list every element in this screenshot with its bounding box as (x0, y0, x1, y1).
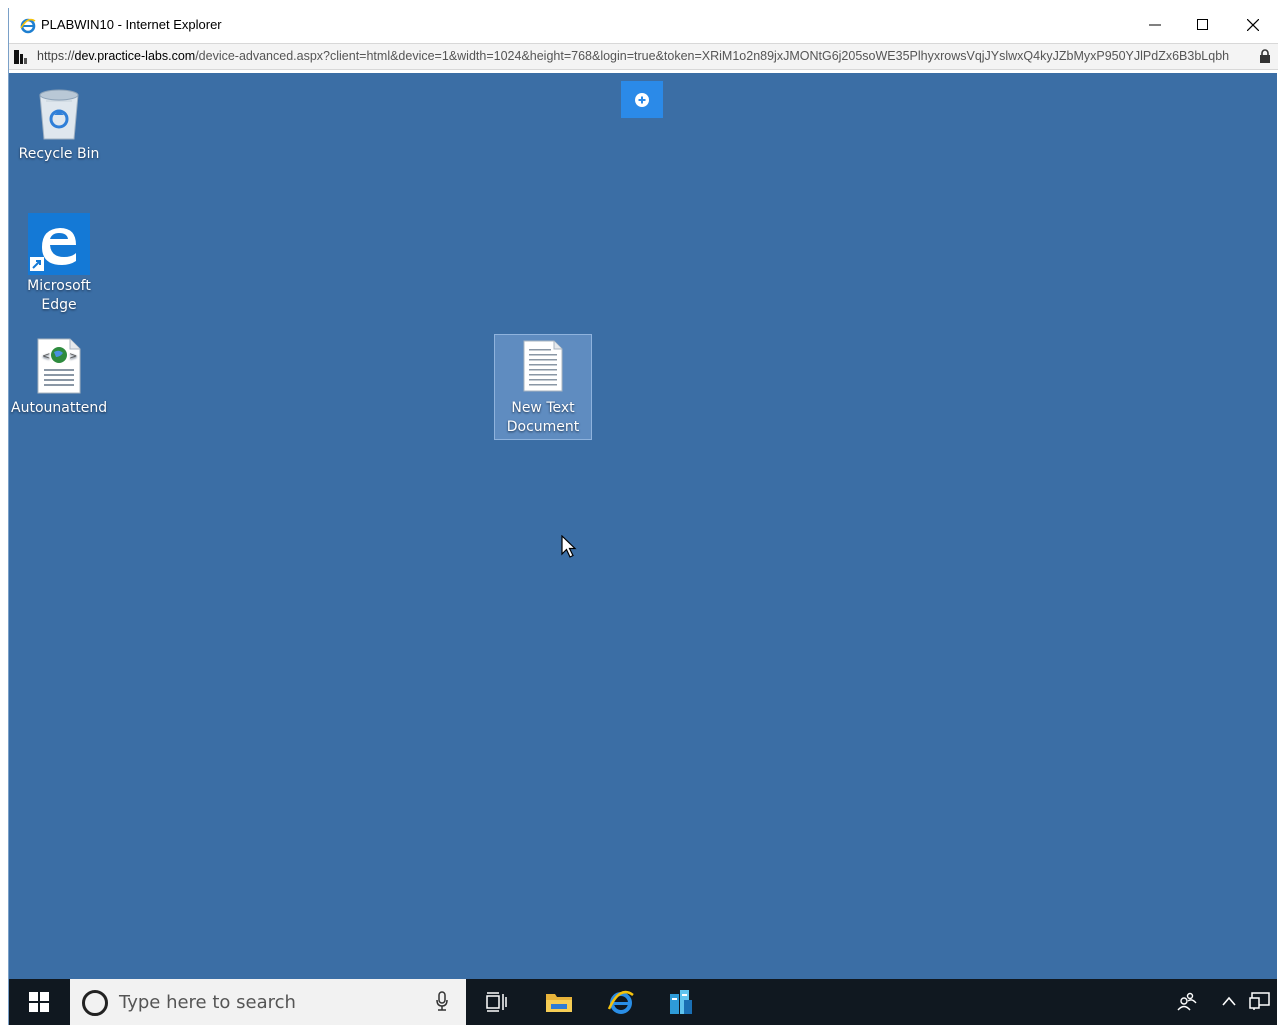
task-view-button[interactable] (481, 987, 513, 1017)
recycle-bin-icon (39, 89, 79, 140)
remote-desktop[interactable]: Recycle Bin Microsoft Edge < > Autounatt… (9, 73, 1277, 979)
minimize-button[interactable] (1131, 8, 1179, 41)
cortana-icon (82, 990, 108, 1016)
desktop-icon-new-text-document[interactable]: New Text Document (494, 334, 592, 440)
maximize-icon (1197, 18, 1208, 30)
svg-text:<: < (42, 351, 50, 362)
mouse-cursor-icon (561, 535, 577, 558)
search-placeholder: Type here to search (119, 992, 296, 1013)
internet-explorer-icon (20, 18, 36, 34)
taskbar: Type here to search (9, 979, 1277, 1025)
site-favicon-icon (14, 50, 27, 64)
microphone-icon[interactable] (436, 991, 448, 1011)
remote-toolbar-button[interactable] (621, 81, 663, 118)
window-title: PLABWIN10 - Internet Explorer (41, 17, 222, 32)
file-explorer-button[interactable] (543, 987, 575, 1017)
windows-logo-icon (29, 992, 49, 1012)
url-text[interactable]: https://dev.practice-labs.com/device-adv… (37, 49, 1257, 63)
internet-explorer-button[interactable] (605, 987, 637, 1017)
desktop-icon-label: New Text Document (506, 400, 580, 435)
browser-window: PLABWIN10 - Internet Explorer https://de… (8, 8, 1278, 1025)
close-icon (1247, 18, 1259, 31)
desktop-icon-recycle-bin[interactable]: Recycle Bin (11, 81, 107, 164)
desktop-icon-autounattend[interactable]: < > Autounattend (11, 337, 107, 418)
svg-text:>: > (69, 351, 77, 362)
task-view-icon (486, 992, 507, 1012)
address-bar[interactable]: https://dev.practice-labs.com/device-adv… (9, 43, 1278, 70)
text-file-icon (523, 340, 563, 392)
lock-icon[interactable] (1259, 49, 1271, 64)
url-host: dev.practice-labs.com (74, 49, 196, 63)
close-button[interactable] (1229, 8, 1277, 41)
start-button[interactable] (9, 979, 69, 1025)
desktop-icon-label: Recycle Bin (18, 146, 100, 162)
desktop-icon-microsoft-edge[interactable]: Microsoft Edge (11, 213, 107, 315)
desktop-icon-label: Microsoft Edge (27, 278, 91, 313)
internet-explorer-icon (607, 990, 634, 1014)
network-icon[interactable] (1249, 991, 1271, 1011)
desktop-icon-label: Autounattend (11, 400, 108, 416)
chevron-up-icon[interactable] (1221, 995, 1237, 1007)
file-explorer-icon (546, 994, 572, 1012)
url-path: /device-advanced.aspx?client=html&device… (195, 49, 1230, 63)
server-manager-button[interactable] (665, 987, 697, 1017)
people-icon[interactable] (1177, 991, 1197, 1011)
server-manager-icon (670, 990, 692, 1014)
maximize-button[interactable] (1179, 8, 1227, 41)
plus-circle-icon (635, 92, 649, 107)
taskbar-search-box[interactable]: Type here to search (70, 979, 466, 1025)
minimize-icon (1149, 24, 1161, 25)
edge-icon (28, 213, 90, 275)
title-bar: PLABWIN10 - Internet Explorer (9, 8, 1278, 41)
url-protocol: https:// (37, 49, 75, 63)
xml-file-icon: < > (37, 338, 81, 394)
